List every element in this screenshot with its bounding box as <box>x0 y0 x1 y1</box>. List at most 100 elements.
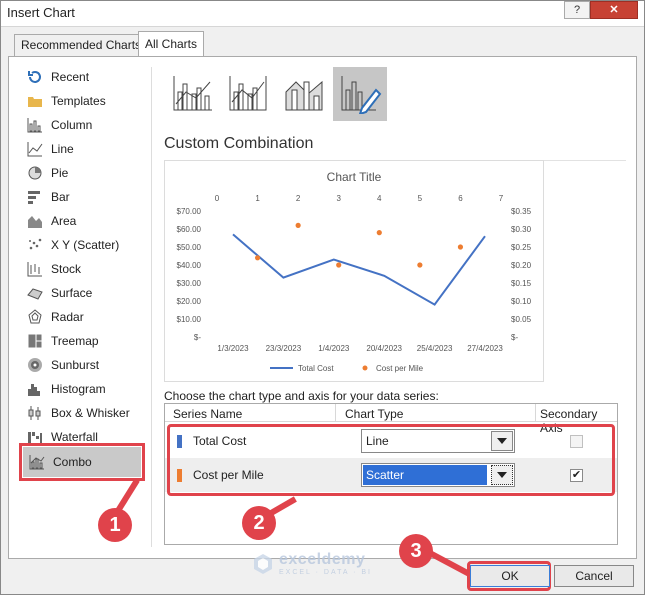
category-label: Area <box>51 214 77 228</box>
x2-tick-label: 1 <box>255 194 260 203</box>
category-divider <box>151 67 152 547</box>
category-label: Combo <box>53 455 92 469</box>
line-chart-icon <box>27 141 45 157</box>
watermark-logo: exceldemy EXCEL · DATA · BI <box>251 551 372 576</box>
category-label: Bar <box>51 190 70 204</box>
category-label: Box & Whisker <box>51 406 130 420</box>
histogram-chart-icon <box>27 381 45 397</box>
chart-title: Chart Title <box>327 170 382 184</box>
clustered-column-line-icon <box>173 76 212 111</box>
series-highlight-box <box>167 424 615 496</box>
y-tick-label: $60.00 <box>177 225 202 234</box>
scatter-point <box>457 244 464 250</box>
category-surface[interactable]: Surface <box>21 283 139 303</box>
x-tick-label: 1/4/2023 <box>318 344 350 353</box>
surface-chart-icon <box>27 285 45 301</box>
window-title: Insert Chart <box>7 5 75 20</box>
series-instructions: Choose the chart type and axis for your … <box>164 389 439 403</box>
category-area[interactable]: Area <box>21 211 139 231</box>
callout-badge-3: 3 <box>399 534 433 568</box>
category-waterfall[interactable]: Waterfall <box>21 427 139 447</box>
combo-chart: Chart Title $70.00 $60.00 $50.00 $40.00 $30.… <box>177 170 532 373</box>
tab-recommended-charts[interactable]: Recommended Charts <box>14 34 149 56</box>
column-divider <box>535 404 536 421</box>
legend-label: Cost per Mile <box>376 364 424 373</box>
y2-tick-label: $0.25 <box>511 243 532 252</box>
subtype-custom-combination[interactable] <box>333 67 387 121</box>
tab-all-charts[interactable]: All Charts <box>138 31 205 57</box>
clustered-column-line-secondary-icon <box>229 76 267 111</box>
ok-button[interactable]: OK <box>470 565 550 587</box>
category-column[interactable]: Column <box>21 115 139 135</box>
header-divider <box>165 421 617 422</box>
category-label: Stock <box>51 262 82 276</box>
y2-tick-label: $0.10 <box>511 297 532 306</box>
scatter-point <box>336 262 342 268</box>
area-chart-icon <box>27 213 45 229</box>
y-tick-label: $20.00 <box>177 297 202 306</box>
x-tick-label: 25/4/2023 <box>417 344 453 353</box>
category-bar[interactable]: Bar <box>21 187 139 207</box>
subtype-clustered-column-line[interactable] <box>165 67 219 121</box>
chart-preview: Chart Title $70.00 $60.00 $50.00 $40.00 $30.… <box>164 160 544 382</box>
x-tick-label: 27/4/2023 <box>467 344 503 353</box>
subtype-clustered-column-line-secondary[interactable] <box>221 67 275 121</box>
category-label: Radar <box>51 310 84 324</box>
category-treemap[interactable]: Treemap <box>21 331 139 351</box>
sunburst-chart-icon <box>27 357 45 373</box>
category-label: Pie <box>51 166 69 180</box>
category-scatter[interactable]: X Y (Scatter) <box>21 235 139 255</box>
x2-tick-label: 6 <box>458 194 463 203</box>
category-label: Histogram <box>51 382 106 396</box>
y2-tick-label: $0.30 <box>511 225 532 234</box>
exceldemy-logo-icon <box>254 554 272 575</box>
legend-label: Total Cost <box>298 364 334 373</box>
category-templates[interactable]: Templates <box>21 91 139 111</box>
x2-tick-label: 3 <box>336 194 341 203</box>
y-tick-label: $40.00 <box>177 261 202 270</box>
y2-tick-label: $0.20 <box>511 261 532 270</box>
callout-badge-1: 1 <box>98 508 132 542</box>
bar-chart-icon <box>27 189 45 205</box>
category-label: Waterfall <box>51 430 98 444</box>
stacked-area-column-icon <box>285 80 323 111</box>
x-tick-label: 20/4/2023 <box>366 344 402 353</box>
help-button[interactable]: ? <box>564 1 590 19</box>
y-tick-label: $10.00 <box>177 315 202 324</box>
category-recent[interactable]: Recent <box>21 67 139 87</box>
category-line[interactable]: Line <box>21 139 139 159</box>
category-pie[interactable]: Pie <box>21 163 139 183</box>
y-tick-label: $50.00 <box>177 243 202 252</box>
insert-chart-dialog: Insert Chart ? ✕ Recommended Charts All … <box>0 0 645 595</box>
custom-combination-heading: Custom Combination <box>164 135 314 152</box>
cancel-button[interactable]: Cancel <box>554 565 634 587</box>
category-combo[interactable]: Combo <box>19 443 145 481</box>
y2-tick-label: $0.15 <box>511 279 532 288</box>
subtype-stacked-area-column[interactable] <box>277 67 331 121</box>
category-label: Sunburst <box>51 358 100 372</box>
custom-combination-icon <box>341 76 382 114</box>
close-button[interactable]: ✕ <box>590 1 638 19</box>
column-header-series-name: Series Name <box>173 407 243 421</box>
category-label: Treemap <box>51 334 99 348</box>
watermark-tagline: EXCEL · DATA · BI <box>279 568 372 576</box>
scatter-point <box>417 262 423 268</box>
category-stock[interactable]: Stock <box>21 259 139 279</box>
scatter-point <box>376 230 382 236</box>
watermark-name: exceldemy <box>279 551 366 568</box>
category-label: Surface <box>51 286 93 300</box>
column-header-chart-type: Chart Type <box>345 407 404 421</box>
category-radar[interactable]: Radar <box>21 307 139 327</box>
y-tick-label: $30.00 <box>177 279 202 288</box>
category-label: Line <box>51 142 74 156</box>
category-label: Templates <box>51 94 106 108</box>
column-divider <box>335 404 336 421</box>
folder-icon <box>27 93 45 109</box>
category-sunburst[interactable]: Sunburst <box>21 355 139 375</box>
category-label: X Y (Scatter) <box>51 238 120 252</box>
waterfall-chart-icon <box>27 429 45 445</box>
x-tick-label: 23/3/2023 <box>266 344 302 353</box>
series-line-total-cost <box>232 233 486 306</box>
category-histogram[interactable]: Histogram <box>21 379 139 399</box>
category-box-whisker[interactable]: Box & Whisker <box>21 403 139 423</box>
